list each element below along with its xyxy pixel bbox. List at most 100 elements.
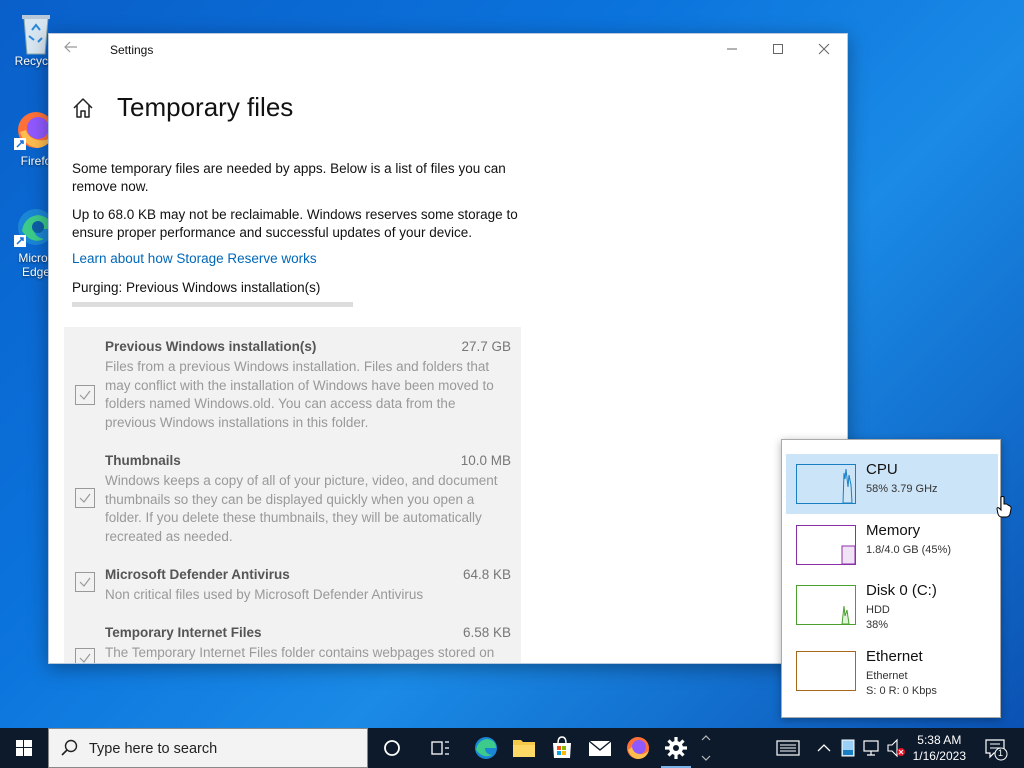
perf-item-disk[interactable]: Disk 0 (C:) HDD 38% — [786, 575, 998, 635]
item-checkbox[interactable] — [75, 572, 95, 592]
perf-detail-line: HDD — [866, 604, 890, 616]
taskbar-search-box[interactable]: Type here to search — [48, 728, 368, 768]
item-description: Files from a previous Windows installati… — [105, 359, 494, 430]
hand-cursor-icon — [996, 496, 1012, 523]
purge-progress-bar — [72, 302, 353, 307]
performance-flyout: CPU 58% 3.79 GHz Memory 1.8/4.0 GB (45%)… — [781, 439, 1012, 718]
item-size: 64.8 KB — [462, 567, 511, 582]
item-checkbox[interactable] — [75, 488, 95, 508]
item-checkbox[interactable] — [75, 385, 95, 405]
tray-volume[interactable] — [884, 728, 908, 768]
perf-item-detail: Ethernet S: 0 R: 0 Kbps — [866, 669, 937, 699]
tray-touch-keyboard[interactable] — [774, 728, 802, 768]
taskbar: Type here to search 5:38 AM 1/16/2023 1 — [0, 728, 1024, 768]
notification-center-button[interactable]: 1 — [982, 728, 1012, 768]
start-button[interactable] — [0, 728, 48, 768]
item-description: Windows keeps a copy of all of your pict… — [105, 473, 498, 544]
intro-text: Some temporary files are needed by apps.… — [72, 161, 506, 194]
edge-taskbar-button[interactable] — [467, 728, 505, 768]
search-placeholder: Type here to search — [89, 741, 218, 757]
cpu-graph — [796, 464, 856, 504]
task-view-icon — [431, 741, 449, 755]
notification-icon — [985, 739, 1008, 761]
chevron-up-icon — [817, 744, 831, 752]
perf-item-detail: HDD 38% — [866, 603, 890, 633]
file-explorer-button[interactable] — [505, 728, 543, 768]
clock-time: 5:38 AM — [917, 733, 962, 747]
item-description: The Temporary Internet Files folder cont… — [105, 645, 495, 660]
store-icon — [553, 736, 571, 758]
page-title: Temporary files — [117, 92, 294, 122]
store-button[interactable] — [543, 728, 581, 768]
memory-graph — [796, 525, 856, 565]
item-name: Previous Windows installation(s) — [105, 339, 317, 354]
purging-status: Purging: Previous Windows installation(s… — [72, 280, 321, 295]
keyboard-icon — [776, 740, 800, 756]
file-explorer-icon — [513, 740, 535, 757]
taskbar-overflow-button[interactable] — [695, 728, 717, 768]
perf-item-name: CPU — [866, 461, 898, 478]
item-checkbox[interactable] — [75, 648, 95, 663]
perf-item-cpu[interactable]: CPU 58% 3.79 GHz — [786, 454, 1012, 518]
perf-item-detail: 58% 3.79 GHz — [866, 482, 938, 497]
maximize-icon — [773, 44, 783, 54]
firefox-taskbar-button[interactable] — [619, 728, 657, 768]
mail-button[interactable] — [581, 728, 619, 768]
settings-window: Settings Temporary files Some temporary … — [48, 33, 848, 664]
notification-count: 1 — [998, 748, 1004, 758]
back-button[interactable] — [59, 38, 83, 62]
perf-item-name: Memory — [866, 522, 921, 539]
chevron-updown-icon — [701, 735, 711, 761]
cortana-button[interactable] — [373, 728, 411, 768]
search-icon — [61, 739, 78, 756]
item-size: 10.0 MB — [460, 453, 511, 468]
title-bar[interactable]: Settings — [49, 34, 847, 66]
volume-muted-icon — [887, 738, 905, 758]
perf-item-name: Disk 0 (C:) — [866, 582, 937, 599]
clock-date: 1/16/2023 — [912, 749, 966, 763]
item-name: Microsoft Defender Antivirus — [105, 567, 290, 582]
edge-icon — [475, 737, 497, 759]
settings-icon — [665, 737, 687, 759]
task-view-button[interactable] — [421, 728, 459, 768]
perf-item-memory[interactable]: Memory 1.8/4.0 GB (45%) — [786, 515, 998, 575]
item-size: 27.7 GB — [461, 339, 511, 354]
cortana-icon — [384, 740, 400, 756]
temp-files-list: Previous Windows installation(s) 27.7 GB… — [64, 327, 521, 663]
tray-clock[interactable]: 5:38 AM 1/16/2023 — [913, 732, 966, 764]
item-name: Thumbnails — [105, 453, 181, 468]
disk-graph — [796, 585, 856, 625]
back-arrow-icon — [64, 41, 77, 53]
maximize-button[interactable] — [755, 34, 801, 66]
windows-logo-icon — [16, 740, 32, 756]
storage-reserve-text: Up to 68.0 KB may not be reclaimable. Wi… — [72, 207, 518, 240]
checkmark-icon — [79, 653, 91, 663]
perf-detail-line: 38% — [866, 619, 889, 631]
item-name: Temporary Internet Files — [105, 625, 262, 640]
minimize-icon — [727, 48, 737, 50]
tray-task-manager[interactable] — [836, 728, 860, 768]
window-title: Settings — [110, 43, 154, 57]
perf-detail-line: 1.8/4.0 GB (45%) — [866, 544, 951, 556]
tray-network[interactable] — [860, 728, 884, 768]
item-size: 6.58 KB — [462, 625, 511, 640]
perf-detail-line: 58% 3.79 GHz — [866, 483, 938, 495]
close-icon — [818, 43, 830, 55]
close-button[interactable] — [801, 34, 847, 66]
page-header: Temporary files — [71, 92, 293, 123]
checkmark-icon — [79, 390, 91, 400]
storage-reserve-link[interactable]: Learn about how Storage Reserve works — [72, 251, 317, 266]
item-description: Non critical files used by Microsoft Def… — [105, 587, 424, 602]
settings-taskbar-button[interactable] — [657, 728, 695, 768]
perf-item-name: Ethernet — [866, 648, 923, 665]
mail-icon — [588, 740, 612, 756]
perf-item-ethernet[interactable]: Ethernet Ethernet S: 0 R: 0 Kbps — [786, 641, 998, 701]
network-icon — [863, 740, 879, 756]
firefox-icon — [627, 737, 649, 759]
perf-detail-line: Ethernet — [866, 670, 908, 682]
tray-show-hidden-icons[interactable] — [812, 728, 836, 768]
minimize-button[interactable] — [709, 34, 755, 66]
task-manager-icon — [841, 739, 855, 757]
home-icon[interactable] — [71, 96, 95, 120]
checkmark-icon — [79, 577, 91, 587]
